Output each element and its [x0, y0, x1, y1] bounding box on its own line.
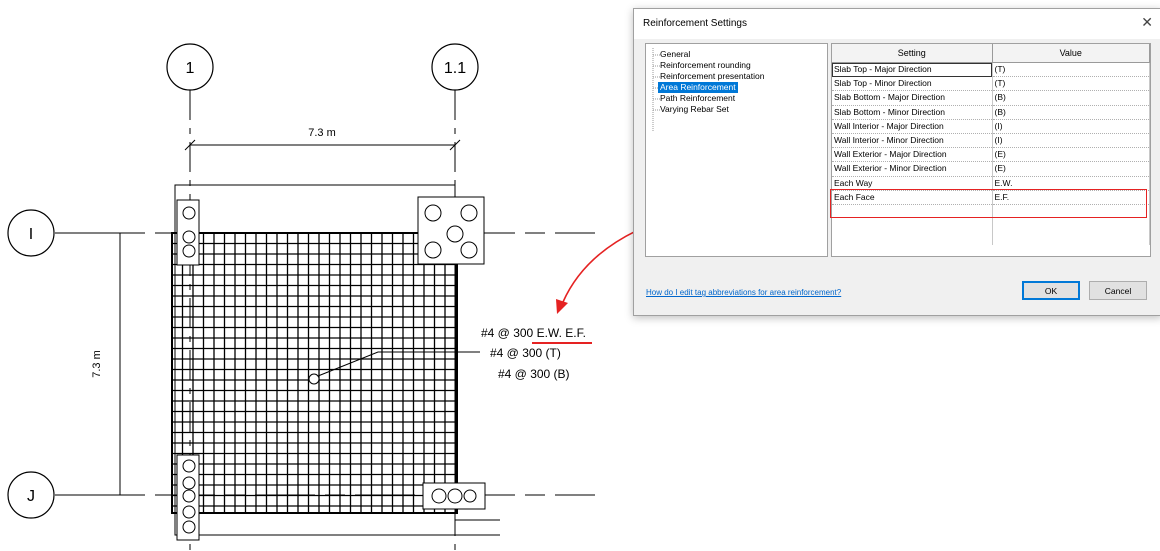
grid-header-row: Setting Value: [832, 44, 1150, 63]
reinforcement-settings-dialog: Reinforcement Settings ✕ General Reinfor…: [633, 8, 1160, 316]
svg-text:7.3 m: 7.3 m: [308, 127, 336, 139]
table-row[interactable]: Wall Interior - Major Direction (I): [832, 119, 1150, 134]
column-i-1-1: [417, 196, 485, 265]
table-row[interactable]: Slab Bottom - Minor Direction (B): [832, 105, 1150, 120]
tree-item-reinforcement-rounding[interactable]: Reinforcement rounding: [658, 60, 753, 71]
value-cell[interactable]: (I): [992, 133, 1150, 149]
grid-bubble-1: 1: [166, 43, 214, 91]
dialog-titlebar: Reinforcement Settings ✕: [634, 9, 1160, 39]
settings-grid: Setting Value Slab Top - Major Direction…: [831, 43, 1151, 257]
svg-text:7.3 m: 7.3 m: [91, 350, 103, 378]
table-row[interactable]: Wall Exterior - Minor Direction (E): [832, 161, 1150, 177]
grid-bubble-j: J: [7, 471, 55, 519]
column-header-value: Value: [992, 44, 1150, 63]
value-cell[interactable]: (T): [992, 76, 1150, 92]
value-cell[interactable]: (B): [992, 105, 1150, 120]
tag-line-3: #4 @ 300 (B): [498, 367, 570, 381]
table-row[interactable]: Wall Interior - Minor Direction (I): [832, 133, 1150, 149]
tree-item-reinforcement-presentation[interactable]: Reinforcement presentation: [658, 71, 766, 82]
grid-bubble-i: I: [7, 209, 55, 257]
tree-item-path-reinforcement[interactable]: Path Reinforcement: [658, 93, 737, 104]
table-row[interactable]: Slab Top - Major Direction (T): [832, 62, 1150, 78]
value-cell[interactable]: (E): [992, 147, 1150, 163]
value-cell[interactable]: (E): [992, 161, 1150, 177]
column-header-setting: Setting: [832, 44, 993, 63]
column-i-1: [176, 199, 200, 266]
tree-item-general[interactable]: General: [658, 49, 692, 60]
table-row[interactable]: Slab Top - Minor Direction (T): [832, 76, 1150, 92]
grid-bubble-1-1: 1.1: [431, 43, 479, 91]
ok-button[interactable]: OK: [1022, 281, 1080, 300]
area-reinforcement-tag: #4 @ 300 E.W. E.F. #4 @ 300 (T) #4 @ 300…: [481, 326, 586, 381]
setting-cell: Wall Exterior - Major Direction: [832, 147, 993, 163]
value-cell[interactable]: (I): [992, 119, 1150, 134]
tree-item-area-reinforcement[interactable]: Area Reinforcement: [658, 82, 738, 93]
help-link[interactable]: How do I edit tag abbreviations for area…: [646, 288, 841, 297]
svg-text:I: I: [29, 226, 33, 243]
highlight-box: [830, 189, 1147, 218]
setting-cell: Slab Bottom - Major Direction: [832, 90, 993, 106]
column-j-1: [176, 454, 200, 541]
svg-text:J: J: [27, 488, 35, 505]
svg-text:1.1: 1.1: [444, 60, 466, 77]
cancel-button[interactable]: Cancel: [1089, 281, 1147, 300]
callout-arrowhead: [556, 299, 568, 314]
dimension-horizontal: 7.3 m: [184, 127, 461, 151]
tag-leader: [308, 351, 480, 385]
settings-tree: General Reinforcement rounding Reinforce…: [645, 43, 828, 257]
value-cell[interactable]: (T): [992, 62, 1150, 78]
column-j-1-1: [422, 482, 486, 510]
tree-item-varying-rebar-set[interactable]: Varying Rebar Set: [658, 104, 731, 115]
svg-text:#4 @ 300 E.W. E.F.: #4 @ 300 E.W. E.F.: [481, 326, 586, 340]
setting-cell: Wall Interior - Minor Direction: [832, 133, 993, 149]
tag-line-2: #4 @ 300 (T): [490, 346, 561, 360]
table-row[interactable]: Wall Exterior - Major Direction (E): [832, 147, 1150, 163]
setting-cell: Slab Bottom - Minor Direction: [832, 105, 993, 120]
dimension-vertical: 7.3 m: [91, 232, 127, 496]
tag-line-1-abbrev: E.W. E.F.: [537, 326, 586, 340]
table-row[interactable]: Slab Bottom - Major Direction (B): [832, 90, 1150, 106]
setting-cell: Wall Interior - Major Direction: [832, 119, 993, 134]
close-icon[interactable]: ✕: [1141, 14, 1153, 30]
setting-cell: Slab Top - Minor Direction: [832, 76, 993, 92]
svg-text:1: 1: [186, 60, 195, 77]
setting-cell: Wall Exterior - Minor Direction: [832, 161, 993, 177]
rebar-mesh: [171, 232, 457, 513]
setting-cell: Slab Top - Major Direction: [832, 62, 993, 78]
dialog-title: Reinforcement Settings: [643, 18, 747, 29]
value-cell[interactable]: (B): [992, 90, 1150, 106]
tag-line-1-prefix: #4 @ 300: [481, 326, 537, 340]
